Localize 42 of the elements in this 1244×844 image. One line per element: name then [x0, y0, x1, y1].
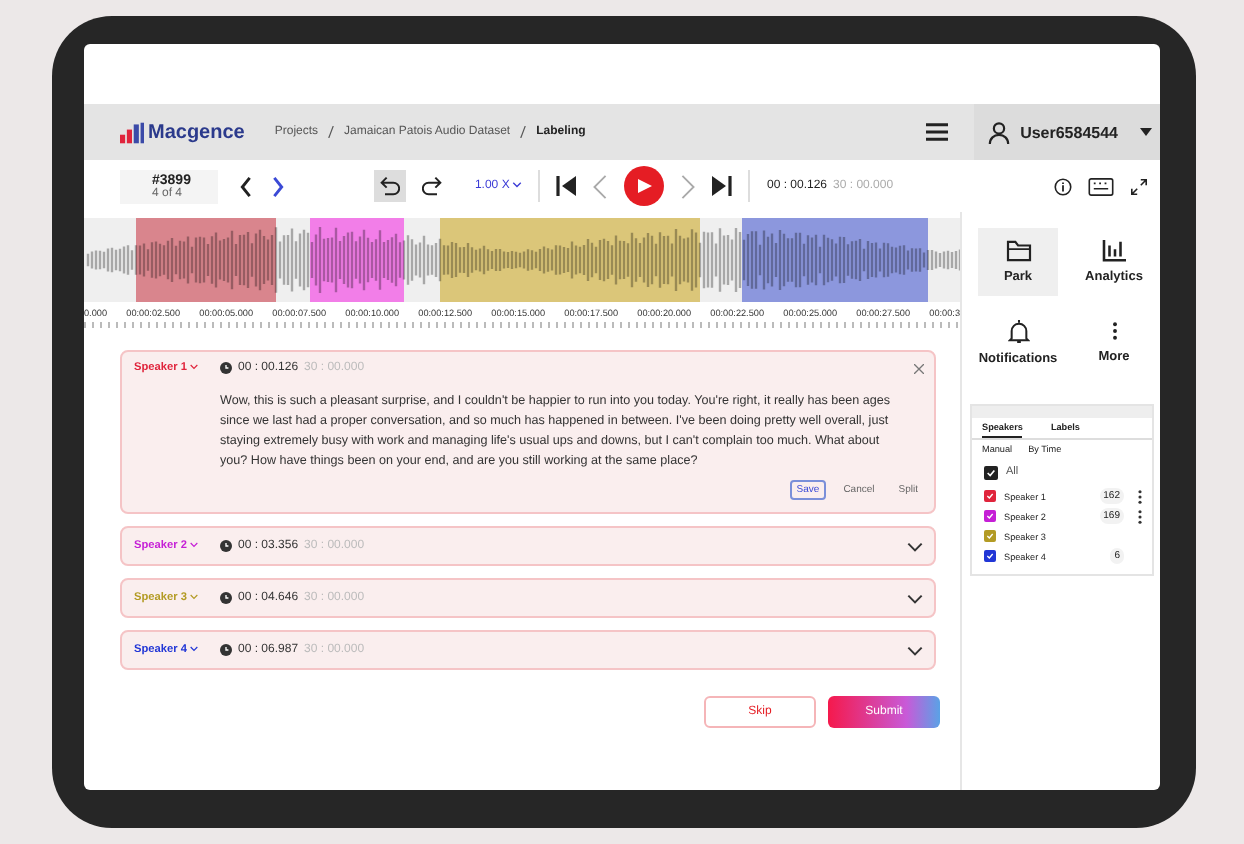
caret-icon	[190, 364, 198, 370]
clock-icon	[220, 540, 232, 552]
info-icon[interactable]	[1054, 177, 1072, 195]
caret-icon	[1140, 128, 1152, 136]
chevron-icon[interactable]	[906, 541, 924, 551]
user-icon	[988, 121, 1011, 143]
checkbox[interactable]	[984, 490, 996, 502]
breadcrumb-separator	[328, 126, 335, 138]
close-icon[interactable]	[914, 363, 924, 373]
skip-end-icon[interactable]	[712, 176, 733, 196]
logo-text: Macgence	[148, 121, 245, 143]
caret-icon	[512, 182, 523, 188]
clock-icon	[220, 362, 232, 374]
skip-start-icon[interactable]	[556, 176, 577, 196]
menu-icon[interactable]	[926, 122, 949, 142]
breadcrumb-separator	[520, 126, 527, 138]
caret-icon	[190, 646, 198, 652]
expand-icon[interactable]	[1130, 177, 1148, 195]
undo-icon	[380, 176, 401, 196]
checkbox[interactable]	[984, 530, 996, 542]
checkbox[interactable]	[984, 465, 998, 479]
undo-button[interactable]	[374, 170, 407, 202]
more-icon	[1111, 320, 1117, 342]
checkbox[interactable]	[984, 510, 996, 522]
checkbox[interactable]	[984, 550, 996, 562]
logo-icon	[120, 121, 144, 143]
clock-icon	[220, 592, 232, 604]
play-button[interactable]	[624, 166, 665, 206]
user-menu[interactable]: User6584544	[974, 104, 1160, 160]
bell-icon	[1007, 319, 1029, 343]
next-icon[interactable]	[270, 175, 287, 197]
play-icon	[637, 178, 652, 194]
chevron-icon[interactable]	[906, 645, 924, 655]
chevron-icon[interactable]	[906, 593, 924, 603]
caret-icon	[190, 542, 198, 548]
folder-icon	[1005, 240, 1031, 262]
redo-icon[interactable]	[422, 176, 443, 196]
caret-icon	[190, 594, 198, 600]
keyboard-icon[interactable]	[1088, 177, 1114, 195]
previous-icon[interactable]	[238, 175, 255, 197]
bar-chart-icon	[1101, 240, 1127, 262]
clock-icon	[220, 644, 232, 656]
